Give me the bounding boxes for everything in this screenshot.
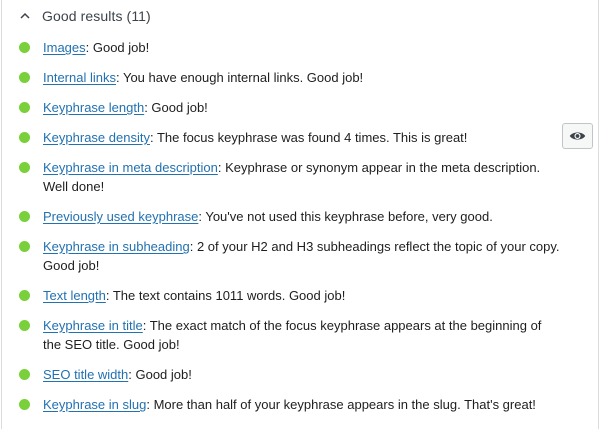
status-dot-icon bbox=[19, 162, 30, 173]
status-dot-icon bbox=[19, 72, 30, 83]
result-text: Previously used keyphrase: You've not us… bbox=[43, 207, 563, 226]
result-item: Images: Good job! bbox=[19, 38, 589, 57]
result-message: : More than half of your keyphrase appea… bbox=[146, 397, 536, 412]
result-item: SEO title width: Good job! bbox=[19, 365, 589, 384]
status-dot-icon bbox=[19, 369, 30, 380]
result-text: Internal links: You have enough internal… bbox=[43, 68, 563, 87]
result-item: Previously used keyphrase: You've not us… bbox=[19, 207, 589, 226]
result-link[interactable]: Previously used keyphrase bbox=[43, 209, 198, 224]
section-title: Good results (11) bbox=[42, 8, 151, 24]
result-item: Text length: The text contains 1011 word… bbox=[19, 286, 589, 305]
result-message: : Good job! bbox=[144, 100, 208, 115]
result-link[interactable]: Text length bbox=[43, 288, 106, 303]
results-list: Images: Good job! Internal links: You hav… bbox=[19, 38, 593, 425]
result-text: Keyphrase in title: The exact match of t… bbox=[43, 316, 563, 354]
result-text: Keyphrase length: Good job! bbox=[43, 98, 563, 117]
result-item: Keyphrase in slug: More than half of you… bbox=[19, 395, 589, 414]
status-dot-icon bbox=[19, 320, 30, 331]
status-dot-icon bbox=[19, 211, 30, 222]
status-dot-icon bbox=[19, 102, 30, 113]
result-message: : The text contains 1011 words. Good job… bbox=[105, 288, 346, 303]
result-text: Keyphrase in meta description: Keyphrase… bbox=[43, 158, 563, 196]
status-dot-icon bbox=[19, 399, 30, 410]
result-link[interactable]: Keyphrase in title bbox=[43, 318, 143, 333]
highlight-button[interactable] bbox=[562, 123, 593, 149]
status-dot-icon bbox=[19, 241, 30, 252]
result-text: Images: Good job! bbox=[43, 38, 563, 57]
result-link[interactable]: SEO title width bbox=[43, 367, 128, 382]
result-item: Internal links: You have enough internal… bbox=[19, 68, 589, 87]
result-link[interactable]: Keyphrase in meta description bbox=[43, 160, 218, 175]
status-dot-icon bbox=[19, 132, 30, 143]
result-link[interactable]: Keyphrase in subheading bbox=[43, 239, 190, 254]
result-text: SEO title width: Good job! bbox=[43, 365, 563, 384]
result-message: : The focus keyphrase was found 4 times.… bbox=[149, 130, 468, 145]
result-item: Keyphrase in title: The exact match of t… bbox=[19, 316, 589, 354]
result-item: Keyphrase density: The focus keyphrase w… bbox=[19, 123, 593, 149]
result-message: : You've not used this keyphrase before,… bbox=[198, 209, 493, 224]
result-text: Text length: The text contains 1011 word… bbox=[43, 286, 563, 305]
result-item: Keyphrase in subheading: 2 of your H2 an… bbox=[19, 237, 589, 275]
good-results-toggle[interactable]: Good results (11) bbox=[19, 6, 151, 26]
result-message: : You have enough internal links. Good j… bbox=[115, 70, 364, 85]
eye-icon bbox=[569, 132, 586, 140]
result-link[interactable]: Images bbox=[43, 40, 86, 55]
result-link[interactable]: Keyphrase density bbox=[43, 130, 150, 145]
result-text: Keyphrase in subheading: 2 of your H2 an… bbox=[43, 237, 563, 275]
result-item: Keyphrase in meta description: Keyphrase… bbox=[19, 158, 589, 196]
result-link[interactable]: Internal links bbox=[43, 70, 116, 85]
result-message: : Good job! bbox=[128, 367, 192, 382]
chevron-up-icon bbox=[20, 12, 30, 19]
good-results-panel: Good results (11) Images: Good job! Inter… bbox=[1, 0, 599, 429]
result-message: : Good job! bbox=[85, 40, 150, 55]
result-text: Keyphrase density: The focus keyphrase w… bbox=[43, 128, 563, 147]
result-item: Keyphrase length: Good job! bbox=[19, 98, 589, 117]
result-text: Keyphrase in slug: More than half of you… bbox=[43, 395, 563, 414]
result-link[interactable]: Keyphrase in slug bbox=[43, 397, 146, 412]
status-dot-icon bbox=[19, 290, 30, 301]
result-link[interactable]: Keyphrase length bbox=[43, 100, 144, 115]
status-dot-icon bbox=[19, 42, 30, 53]
